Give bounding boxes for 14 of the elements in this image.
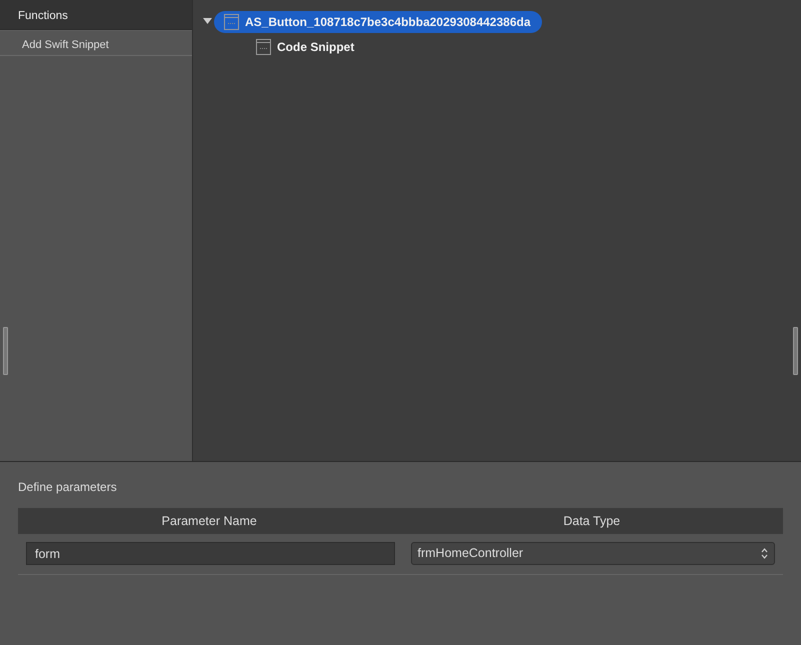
- file-icon: [256, 38, 271, 54]
- column-header: Parameter Name: [160, 512, 258, 530]
- resize-handle[interactable]: [3, 327, 8, 375]
- panel-header: Functions: [0, 0, 192, 30]
- tree-item[interactable]: AS_Button_108718c7be3c4bbba2029308442386da: [214, 10, 542, 32]
- resize-handle[interactable]: [793, 327, 798, 375]
- parameter-name-field[interactable]: form: [26, 542, 394, 565]
- tree-item[interactable]: Code Snippet: [246, 36, 366, 58]
- sidebar-item[interactable]: Add Swift Snippet: [0, 30, 192, 56]
- column-header: Data Type: [562, 512, 622, 530]
- stepper-icon: [761, 548, 768, 559]
- data-type-select[interactable]: frmHomeController: [410, 542, 775, 565]
- file-icon: [224, 14, 239, 30]
- section-title: Define parameters: [18, 479, 118, 496]
